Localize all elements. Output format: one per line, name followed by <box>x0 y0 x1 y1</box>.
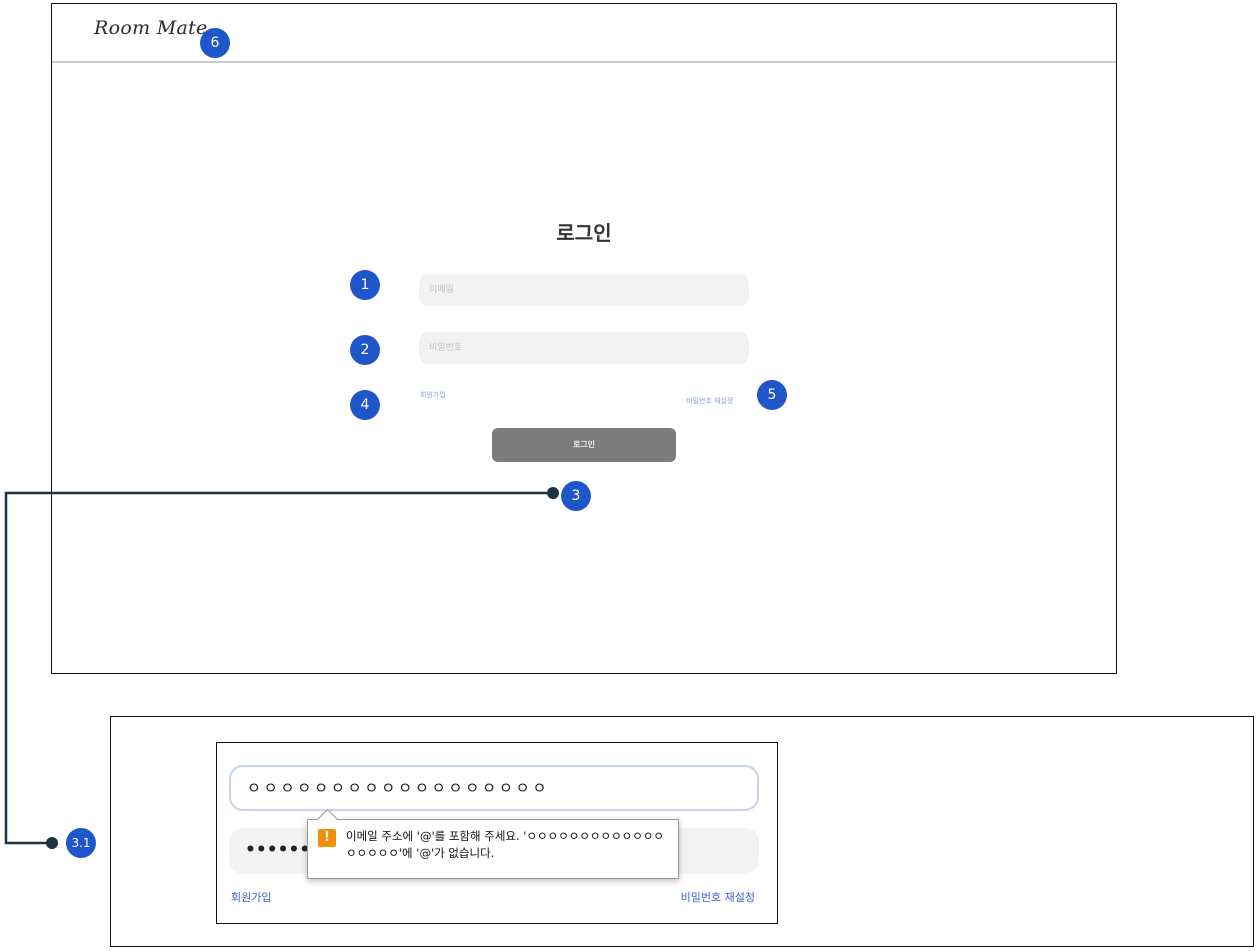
callout-badge-4: 4 <box>350 390 380 420</box>
callout-badge-6: 6 <box>200 28 230 58</box>
signup-link-detail[interactable]: 회원가입 <box>231 889 271 905</box>
connector-dot-end <box>46 837 58 849</box>
reset-password-link[interactable]: 비밀번호 재설정 <box>686 396 733 406</box>
logo[interactable]: Room Mate <box>94 17 208 39</box>
login-button[interactable]: 로그인 <box>492 428 676 462</box>
callout-badge-2: 2 <box>350 335 380 365</box>
tooltip-message: 이메일 주소에 '@'를 포함해 주세요. 'ㅇㅇㅇㅇㅇㅇㅇㅇㅇㅇㅇㅇㅇㅇㅇㅇㅇ… <box>346 829 664 860</box>
callout-badge-3-1: 3.1 <box>66 828 96 858</box>
reset-password-link-detail[interactable]: 비밀번호 재설정 <box>681 889 755 905</box>
validation-detail-panel: ㅇㅇㅇㅇㅇㅇㅇㅇㅇㅇㅇㅇㅇㅇㅇㅇㅇㅇ •••••••• 회원가입 비밀번호 재설… <box>216 742 778 924</box>
validation-tooltip: ! 이메일 주소에 '@'를 포함해 주세요. 'ㅇㅇㅇㅇㅇㅇㅇㅇㅇㅇㅇㅇㅇㅇㅇ… <box>307 808 679 879</box>
email-input-filled[interactable]: ㅇㅇㅇㅇㅇㅇㅇㅇㅇㅇㅇㅇㅇㅇㅇㅇㅇㅇ <box>229 765 759 811</box>
warning-icon: ! <box>318 829 336 847</box>
password-field[interactable]: 비밀번호 <box>419 332 749 364</box>
page-title: 로그인 <box>556 221 612 245</box>
email-field[interactable]: 이메일 <box>419 274 749 306</box>
callout-badge-5: 5 <box>757 380 787 410</box>
callout-badge-3: 3 <box>561 481 591 511</box>
tooltip-arrow <box>316 808 339 831</box>
callout-badge-1: 1 <box>350 270 380 300</box>
signup-link[interactable]: 회원가입 <box>420 390 446 400</box>
login-page-frame: Room Mate 로그인 이메일 비밀번호 회원가입 비밀번호 재설정 로그인 <box>51 3 1117 674</box>
